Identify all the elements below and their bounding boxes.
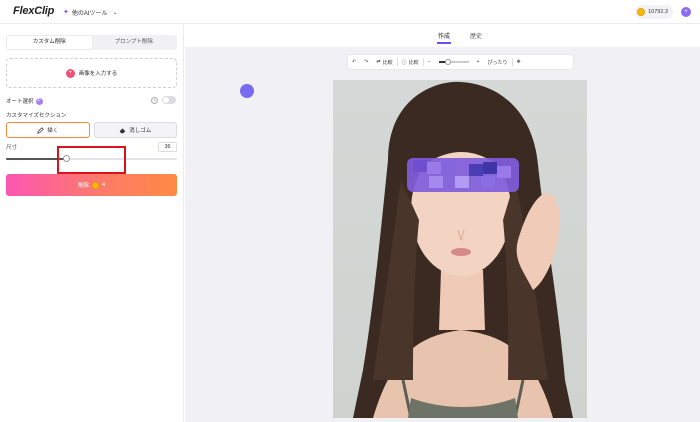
tab-prompt-remove[interactable]: プロンプト削除 [92, 36, 177, 49]
ai-tools-label: 他のAIツール [71, 10, 108, 17]
tab-history[interactable]: 歴史 [470, 31, 482, 40]
swap-icon: ⇄ [376, 59, 381, 65]
portrait-image [333, 80, 587, 418]
upload-label: 画像を入力する [78, 71, 118, 77]
info-icon: ⓘ [401, 59, 407, 66]
compare-toggle[interactable]: ⇄ 比較 [372, 55, 396, 69]
zoom-in-icon[interactable]: + [473, 55, 484, 69]
move-icon[interactable]: ✥ [513, 55, 525, 69]
auto-select-toggle[interactable] [162, 96, 176, 104]
canvas-toolbar: ↶ ↷ ⇄ 比較 ⓘ 比較 − + ぴったり ✥ [348, 55, 573, 69]
chevron-down-icon: ⌄ [112, 9, 118, 16]
zoom-out-icon[interactable]: − [424, 55, 435, 69]
pro-badge-icon: P [35, 97, 43, 105]
pencil-icon [37, 126, 45, 134]
left-panel: カスタム削除 プロンプト削除 + 画像を入力する オート選択 P ? カスタマイ… [0, 25, 184, 422]
brush-size-input[interactable]: 36 [158, 142, 177, 152]
undo-icon[interactable]: ↶ [348, 55, 360, 69]
brush-mode-row: 描く 消しゴム [6, 122, 177, 138]
tab-create[interactable]: 作成 [436, 31, 452, 44]
draw-button[interactable]: 描く [6, 122, 90, 138]
slider-thumb[interactable] [63, 155, 70, 162]
sparkle-icon: ✦ [63, 9, 69, 16]
eraser-button[interactable]: 消しゴム [93, 122, 177, 138]
avatar[interactable]: + [681, 7, 691, 17]
brush-cursor [240, 84, 254, 98]
help-icon[interactable]: ? [151, 97, 158, 104]
auto-select-row: オート選択 P ? [6, 96, 177, 106]
brush-size-label: 尺寸 [6, 145, 18, 151]
compare-button[interactable]: ⓘ 比較 [398, 55, 423, 69]
upload-image-area[interactable]: + 画像を入力する [6, 58, 177, 88]
compare-btn-label: 比較 [408, 59, 419, 66]
fit-button[interactable]: ぴったり [484, 55, 512, 69]
compare-label: 比較 [382, 59, 393, 66]
delete-cost: 4 [101, 182, 106, 188]
ai-tools-menu[interactable]: ✦ 他のAIツール ⌄ [63, 7, 118, 17]
flexclip-logo[interactable]: FlexClip [13, 5, 54, 17]
top-bar: FlexClip ✦ 他のAIツール ⌄ 10792.3 + [0, 0, 700, 24]
credits-value: 10792.3 [648, 9, 668, 15]
redo-icon[interactable]: ↷ [360, 55, 372, 69]
draw-label: 描く [47, 128, 59, 134]
eraser-label: 消しゴム [129, 128, 152, 134]
coin-icon [91, 181, 99, 189]
tab-custom-remove[interactable]: カスタム削除 [7, 36, 92, 49]
delete-label: 削除 [77, 183, 89, 189]
coin-icon [637, 8, 646, 16]
upload-icon: + [65, 68, 75, 78]
credits-badge[interactable]: 10792.3 [635, 5, 673, 19]
removal-mode-tabs: カスタム削除 プロンプト削除 [6, 35, 177, 50]
customize-section-label: カスタマイズセクション [6, 113, 67, 119]
brush-size-slider[interactable] [6, 155, 177, 162]
eraser-icon [119, 127, 126, 133]
delete-button[interactable]: 削除 4 [6, 174, 177, 196]
auto-select-label: オート選択 [6, 99, 34, 105]
zoom-slider[interactable] [438, 59, 469, 65]
zoom-thumb[interactable] [444, 59, 451, 65]
main-tabs: 作成 歴史 [185, 25, 700, 47]
edited-photo[interactable] [333, 80, 587, 418]
slider-fill [6, 158, 66, 160]
